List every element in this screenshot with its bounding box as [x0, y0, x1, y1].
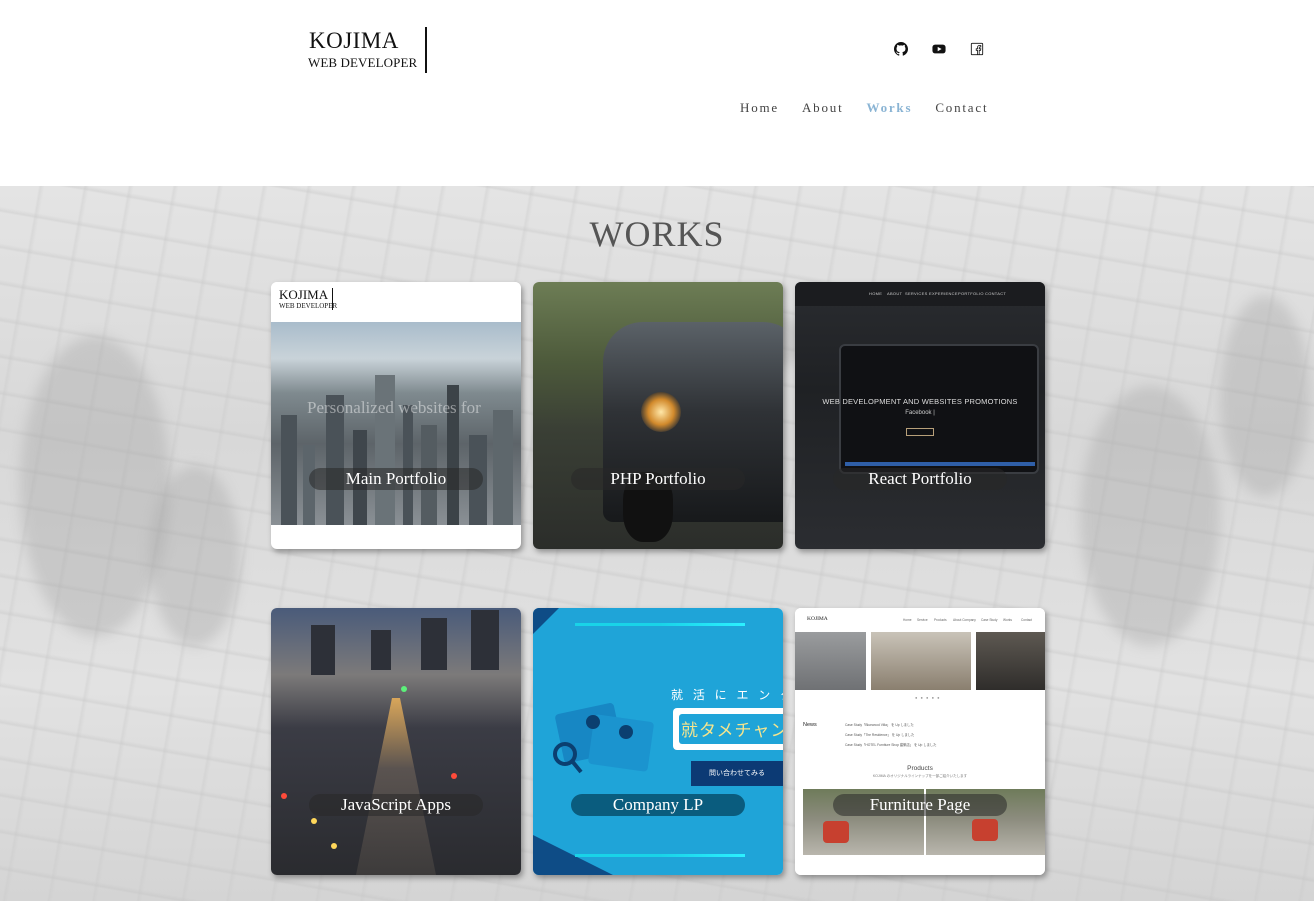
work-card-php-portfolio[interactable]: PHP Portfolio	[533, 282, 783, 549]
logo-name: KOJIMA	[309, 28, 399, 53]
nav-home[interactable]: Home	[740, 99, 779, 117]
thumb-logo: KOJIMA WEB DEVELOPER	[279, 288, 337, 311]
thumb-tagline: 就 活 に エ ン タ メ	[671, 688, 783, 702]
thumb-logo: KOJIMA	[807, 616, 828, 622]
thumb-headline: WEB DEVELOPMENT AND WEBSITES PROMOTIONS	[822, 397, 1018, 406]
thumb-products-sub: KOJIMA のオリジナルラインナップを一部ご紹介いたします	[872, 774, 968, 778]
works-title: WORKS	[589, 214, 725, 254]
main-portfolio-thumbnail: KOJIMA WEB DEVELOPER Personalized websit…	[271, 282, 521, 549]
logo-subtitle: WEB DEVELOPER	[308, 55, 418, 70]
thumb-cta-button: 問い合わせてみる	[691, 761, 783, 786]
thumb-logo-divider	[332, 288, 333, 310]
work-card-react-portfolio[interactable]: HOME ABOUT SERVICES EXPERIENCE PORTFOLIO…	[795, 282, 1045, 549]
laptop-screen-image	[839, 344, 1039, 474]
card-label: Furniture Page	[833, 794, 1007, 816]
nav-about[interactable]: About	[802, 99, 844, 117]
php-portfolio-thumbnail	[533, 282, 783, 549]
background-figure	[20, 336, 170, 636]
thumb-contact-button	[906, 428, 934, 436]
react-portfolio-thumbnail: HOME ABOUT SERVICES EXPERIENCE PORTFOLIO…	[795, 282, 1045, 549]
thumb-navbar: HOME ABOUT SERVICES EXPERIENCE PORTFOLIO…	[795, 282, 1045, 306]
site-logo[interactable]: KOJIMA WEB DEVELOPER	[306, 26, 430, 74]
interior-photo	[871, 632, 971, 690]
youtube-icon[interactable]	[930, 40, 948, 58]
thumb-nav-item: PORTFOLIO	[958, 291, 984, 296]
thumb-news-item: Case Study「HOTEL Furniture Shop 建築店」 を U…	[845, 743, 937, 747]
background-figure	[1080, 386, 1220, 646]
thumb-nav-item: EXPERIENCE	[929, 291, 958, 296]
thumb-logo-sub: WEB DEVELOPER	[279, 302, 338, 310]
thumb-logo-name: KOJIMA	[279, 287, 329, 302]
thumb-nav-item: CONTACT	[985, 291, 1007, 296]
works-section: WORKS KOJIMA WEB DEVELOPER Personalized …	[0, 186, 1314, 901]
github-icon[interactable]	[892, 40, 910, 58]
thumb-subtitle: Facebook |	[905, 410, 935, 416]
thumb-nav-item: ABOUT	[887, 291, 903, 296]
background-figure	[1220, 296, 1310, 496]
logo-divider	[425, 27, 427, 73]
facebook-icon[interactable]	[968, 40, 986, 58]
background-figure	[150, 466, 240, 646]
card-label: PHP Portfolio	[571, 468, 745, 490]
thumb-products-heading: Products	[907, 765, 933, 772]
main-nav: Home About Works Contact	[740, 99, 988, 117]
card-label: Main Portfolio	[309, 468, 483, 490]
thumb-nav-item: Service	[917, 618, 928, 622]
interior-photo	[795, 632, 866, 690]
thumb-nav-item: SERVICES	[905, 291, 928, 296]
card-label: Company LP	[571, 794, 745, 816]
thumb-overlay-text: Personalized websites for	[307, 398, 481, 417]
thumb-news-item: Case Study「The Residence」 を Up しました	[845, 733, 915, 737]
thumb-nav-item: HOME	[869, 291, 883, 296]
thumb-nav-item: Home	[903, 618, 912, 622]
interior-photo	[976, 632, 1045, 690]
nav-works[interactable]: Works	[866, 99, 912, 117]
thumb-news-heading: News	[803, 722, 817, 728]
site-header: KOJIMA WEB DEVELOPER Home About Works Co…	[0, 0, 1314, 186]
nav-contact[interactable]: Contact	[935, 99, 988, 117]
thumb-header: KOJIMA Home Service Products About Compa…	[795, 608, 1045, 632]
work-card-furniture-page[interactable]: KOJIMA Home Service Products About Compa…	[795, 608, 1045, 875]
furniture-page-thumbnail: KOJIMA Home Service Products About Compa…	[795, 608, 1045, 875]
work-card-javascript-apps[interactable]: JavaScript Apps	[271, 608, 521, 875]
thumb-nav-item: Case Study	[981, 618, 998, 622]
javascript-apps-thumbnail	[271, 608, 521, 875]
company-lp-thumbnail: 就 活 に エ ン タ メ 就タメチャンネ 問い合わせてみる	[533, 608, 783, 875]
work-card-company-lp[interactable]: 就 活 に エ ン タ メ 就タメチャンネ 問い合わせてみる Company L…	[533, 608, 783, 875]
card-label: JavaScript Apps	[309, 794, 483, 816]
people-illustration	[553, 703, 654, 774]
card-label: React Portfolio	[833, 468, 1007, 490]
thumb-brand: 就タメチャンネ	[681, 721, 783, 741]
car-headlight	[641, 392, 681, 432]
thumb-nav-item: About Company	[953, 618, 976, 622]
thumb-nav-item: Contact	[1021, 618, 1032, 622]
city-skyline-image	[271, 322, 521, 525]
work-card-main-portfolio[interactable]: KOJIMA WEB DEVELOPER Personalized websit…	[271, 282, 521, 549]
thumb-news-item: Case Study「Bluewood Villa」 を Up しました	[845, 723, 914, 727]
thumb-header: KOJIMA WEB DEVELOPER	[271, 282, 521, 322]
thumb-nav-item: Products	[934, 618, 947, 622]
thumb-nav-item: Works	[1003, 618, 1012, 622]
